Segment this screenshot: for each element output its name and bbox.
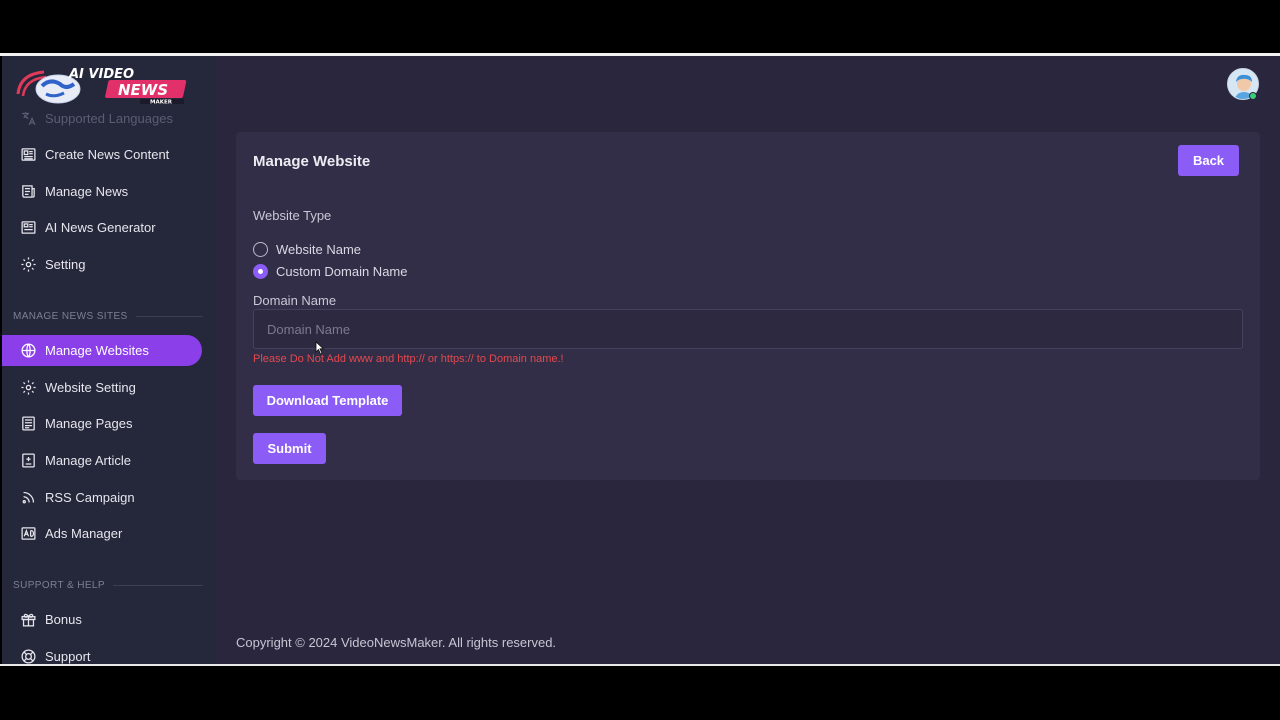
back-button[interactable]: Back bbox=[1178, 145, 1239, 176]
online-status-indicator bbox=[1249, 92, 1257, 100]
brand-logo-graphic: AI VIDEO NEWS MAKER bbox=[16, 67, 187, 106]
ads-icon bbox=[19, 525, 37, 543]
section-label-text: MANAGE NEWS SITES bbox=[13, 311, 128, 322]
radio-label: Custom Domain Name bbox=[276, 264, 408, 279]
sidebar-item-supported-languages[interactable]: Supported Languages bbox=[2, 103, 202, 134]
domain-name-input[interactable] bbox=[253, 309, 1243, 349]
news-list-icon bbox=[19, 183, 37, 201]
sidebar-item-support[interactable]: Support bbox=[2, 641, 202, 664]
article-icon bbox=[19, 452, 37, 470]
sidebar-item-bonus[interactable]: Bonus bbox=[2, 604, 202, 635]
brand-line2: NEWS bbox=[118, 81, 168, 99]
brand-logo[interactable]: AI VIDEO NEWS MAKER bbox=[14, 64, 204, 108]
domain-error-message: Please Do Not Add www and http:// or htt… bbox=[253, 353, 564, 365]
submit-button[interactable]: Submit bbox=[253, 433, 326, 464]
sidebar-item-label: Create News Content bbox=[45, 147, 170, 162]
sidebar-item-create-news-content[interactable]: Create News Content bbox=[2, 139, 202, 170]
globe-icon bbox=[19, 342, 37, 360]
sidebar: AI VIDEO NEWS MAKER Supported Languages … bbox=[2, 56, 216, 664]
sidebar-item-label: Setting bbox=[45, 257, 86, 272]
sidebar-item-label: Manage Websites bbox=[45, 343, 149, 358]
sidebar-item-label: Ads Manager bbox=[45, 526, 123, 541]
section-label-text: SUPPORT & HELP bbox=[13, 580, 105, 591]
pages-icon bbox=[19, 415, 37, 433]
radio-button-selected[interactable] bbox=[253, 264, 268, 279]
sidebar-item-manage-websites[interactable]: Manage Websites bbox=[2, 335, 202, 366]
newspaper-icon bbox=[19, 146, 37, 164]
website-type-label: Website Type bbox=[253, 208, 332, 223]
sidebar-item-ads-manager[interactable]: Ads Manager bbox=[2, 518, 202, 549]
section-divider bbox=[112, 585, 203, 586]
gear-icon bbox=[19, 256, 37, 274]
sidebar-item-manage-news[interactable]: Manage News bbox=[2, 176, 202, 207]
radio-button[interactable] bbox=[253, 242, 268, 257]
sidebar-item-setting[interactable]: Setting bbox=[2, 249, 202, 280]
app-window: AI VIDEO NEWS MAKER Supported Languages … bbox=[2, 56, 1280, 664]
section-label-manage-news-sites: MANAGE NEWS SITES bbox=[13, 311, 203, 322]
gear-icon bbox=[19, 379, 37, 397]
domain-name-label: Domain Name bbox=[253, 293, 337, 308]
sidebar-item-label: Manage Article bbox=[45, 453, 131, 468]
sidebar-item-manage-pages[interactable]: Manage Pages bbox=[2, 408, 202, 439]
sidebar-item-label: Bonus bbox=[45, 612, 82, 627]
download-template-button[interactable]: Download Template bbox=[253, 385, 402, 416]
brand-line1: AI VIDEO bbox=[68, 67, 134, 82]
screen-frame: AI VIDEO NEWS MAKER Supported Languages … bbox=[0, 0, 1280, 720]
page-title: Manage Website bbox=[253, 153, 371, 170]
manage-website-card: Manage Website Back Website Type Website… bbox=[236, 132, 1260, 480]
ai-news-icon bbox=[19, 219, 37, 237]
sidebar-item-label: AI News Generator bbox=[45, 220, 156, 235]
radio-label: Website Name bbox=[276, 242, 362, 257]
gift-icon bbox=[19, 611, 37, 629]
support-icon bbox=[19, 648, 37, 665]
sidebar-item-ai-news-generator[interactable]: AI News Generator bbox=[2, 212, 202, 243]
bottom-border bbox=[0, 664, 1280, 666]
translate-icon bbox=[19, 110, 37, 128]
sidebar-item-website-setting[interactable]: Website Setting bbox=[2, 372, 202, 403]
sidebar-item-label: Supported Languages bbox=[45, 111, 173, 126]
sidebar-item-rss-campaign[interactable]: RSS Campaign bbox=[2, 482, 202, 513]
sidebar-item-manage-article[interactable]: Manage Article bbox=[2, 445, 202, 476]
footer-copyright: Copyright © 2024 VideoNewsMaker. All rig… bbox=[236, 635, 557, 650]
sidebar-item-label: Manage Pages bbox=[45, 416, 133, 431]
sidebar-item-label: Website Setting bbox=[45, 380, 136, 395]
mouse-cursor-icon bbox=[315, 341, 325, 355]
radio-website-name[interactable]: Website Name bbox=[253, 242, 361, 257]
radio-custom-domain-name[interactable]: Custom Domain Name bbox=[253, 264, 408, 279]
sidebar-item-label: Support bbox=[45, 649, 91, 664]
rss-icon bbox=[19, 489, 37, 507]
section-label-support-help: SUPPORT & HELP bbox=[13, 580, 203, 591]
section-divider bbox=[135, 316, 203, 317]
sidebar-item-label: RSS Campaign bbox=[45, 490, 135, 505]
sidebar-item-label: Manage News bbox=[45, 184, 129, 199]
